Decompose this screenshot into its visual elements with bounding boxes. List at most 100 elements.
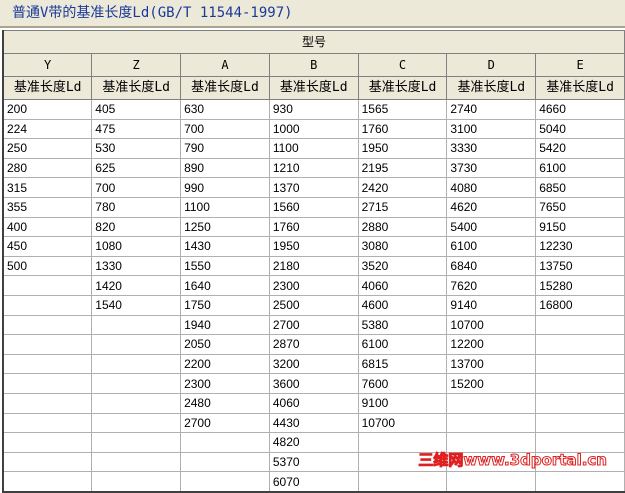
- table-cell: 1000: [268, 118, 359, 140]
- table-cell: 2740: [446, 99, 537, 120]
- table-cell: 2050: [180, 334, 270, 355]
- table-cell: 1950: [357, 138, 448, 159]
- table-cell: 1420: [91, 275, 182, 296]
- table-cell: [446, 392, 537, 414]
- table-cell: [535, 334, 625, 355]
- table-cell: 5400: [446, 216, 537, 238]
- table-cell: 3100: [446, 118, 537, 140]
- table-cell: [2, 353, 93, 375]
- table-cell: 1540: [91, 294, 182, 316]
- table-cell: 3200: [268, 353, 359, 375]
- table-row: 224 475 700 1000 1760 3100 5040: [2, 118, 625, 140]
- table-cell: 2200: [180, 353, 270, 375]
- table-cell: 780: [91, 196, 182, 218]
- table-cell: [535, 412, 625, 434]
- table-cell: 4060: [268, 392, 359, 414]
- table-cell: 990: [180, 177, 270, 198]
- table-row: 1940 2700 5380 10700: [2, 314, 625, 336]
- group-header-row: 型号: [2, 30, 625, 54]
- table-cell: 630: [180, 99, 270, 120]
- table-cell: 6840: [446, 255, 537, 277]
- table-cell: 2715: [357, 196, 448, 218]
- table-cell: 405: [91, 99, 182, 120]
- table-cell: 250: [2, 138, 93, 159]
- table-cell: 1210: [268, 157, 359, 179]
- table-cell: 10700: [357, 412, 448, 434]
- table-cell: 280: [2, 157, 93, 179]
- type-header: Y: [2, 53, 93, 77]
- table-cell: 1565: [357, 99, 448, 120]
- table-row: 2480 4060 9100: [2, 392, 625, 414]
- table-cell: [446, 412, 537, 434]
- table-cell: 3520: [357, 255, 448, 277]
- table-cell: 1760: [357, 118, 448, 140]
- table-cell: 400: [2, 216, 93, 238]
- table-cell: 625: [91, 157, 182, 179]
- table-cell: 13700: [446, 353, 537, 375]
- table-cell: [91, 334, 182, 355]
- table-cell: 700: [91, 177, 182, 198]
- table-cell: [91, 353, 182, 375]
- table-cell: 700: [180, 118, 270, 140]
- table-cell: 6850: [535, 177, 625, 198]
- table-row: 500 1330 1550 2180 3520 6840 13750: [2, 255, 625, 277]
- length-subheader: 基准长度Ld: [91, 76, 182, 100]
- type-header: Z: [91, 53, 182, 77]
- table-cell: [2, 373, 93, 394]
- table-cell: 820: [91, 216, 182, 238]
- table-cell: 9150: [535, 216, 625, 238]
- table-cell: 4600: [357, 294, 448, 316]
- table-cell: [180, 451, 270, 473]
- table-cell: 6100: [357, 334, 448, 355]
- table-cell: 890: [180, 157, 270, 179]
- table-cell: [91, 432, 182, 453]
- table-cell: 1330: [91, 255, 182, 277]
- table-cell: 1550: [180, 255, 270, 277]
- table-cell: [2, 471, 93, 493]
- table-cell: 5040: [535, 118, 625, 140]
- table-cell: [535, 314, 625, 336]
- table-row: 2300 3600 7600 15200: [2, 373, 625, 394]
- table-cell: 6070: [268, 471, 359, 493]
- table-cell: 1080: [91, 236, 182, 257]
- table-cell: 790: [180, 138, 270, 159]
- table-cell: 2420: [357, 177, 448, 198]
- table-cell: [2, 412, 93, 434]
- table-cell: 2700: [180, 412, 270, 434]
- table-cell: 7650: [535, 196, 625, 218]
- table-cell: [91, 392, 182, 414]
- table-cell: [91, 314, 182, 336]
- table-cell: 1100: [268, 138, 359, 159]
- table-cell: 475: [91, 118, 182, 140]
- table-cell: 2180: [268, 255, 359, 277]
- table-cell: 200: [2, 99, 93, 120]
- table-row: 2200 3200 6815 13700: [2, 353, 625, 375]
- table-cell: 355: [2, 196, 93, 218]
- length-subheader: 基准长度Ld: [446, 76, 537, 100]
- type-header: D: [446, 53, 537, 77]
- table-cell: 3730: [446, 157, 537, 179]
- table-cell: 450: [2, 236, 93, 257]
- table-row: 355 780 1100 1560 2715 4620 7650: [2, 196, 625, 218]
- table-cell: 12230: [535, 236, 625, 257]
- page-title: 普通V带的基准长度Ld(GB/T 11544-1997): [0, 0, 625, 28]
- table-cell: 4660: [535, 99, 625, 120]
- table-cell: [535, 353, 625, 375]
- table-cell: 2880: [357, 216, 448, 238]
- table-cell: [180, 432, 270, 453]
- table-cell: 930: [268, 99, 359, 120]
- table-cell: 6100: [446, 236, 537, 257]
- table-cell: [91, 412, 182, 434]
- table-row: 315 700 990 1370 2420 4080 6850: [2, 177, 625, 198]
- table-cell: 1640: [180, 275, 270, 296]
- table-row: 6070: [2, 471, 625, 493]
- subheader-row: 基准长度Ld 基准长度Ld 基准长度Ld 基准长度Ld 基准长度Ld 基准长度Ld 基准长度…: [2, 76, 625, 100]
- table-cell: 4620: [446, 196, 537, 218]
- table-cell: 1250: [180, 216, 270, 238]
- table-cell: 1560: [268, 196, 359, 218]
- table-cell: [2, 432, 93, 453]
- table-cell: 500: [2, 255, 93, 277]
- table-cell: 2700: [268, 314, 359, 336]
- table-cell: 1750: [180, 294, 270, 316]
- table-cell: 7620: [446, 275, 537, 296]
